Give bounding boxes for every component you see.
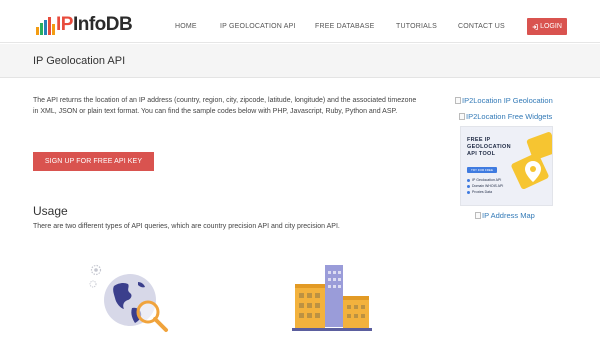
broken-image-icon [455,97,461,104]
ip2location-widgets-label: IP2Location Free Widgets [466,112,553,121]
ad-title: FREE IP GEOLOCATION API TOOL [467,137,511,157]
ip2location-widgets-link[interactable]: IP2Location Free Widgets [459,112,552,121]
top-navbar: IPInfoDB HOME IP GEOLOCATION API FREE DA… [0,0,600,43]
nav-home[interactable]: HOME [175,23,197,30]
signup-api-key-button[interactable]: SIGN UP FOR FREE API KEY [33,152,154,171]
intro-paragraph: The API returns the location of an IP ad… [33,97,417,115]
login-button[interactable]: LOGIN [527,18,567,35]
nav-free-database[interactable]: FREE DATABASE [315,23,375,30]
gear-icon [89,264,102,288]
usage-heading: Usage [33,204,68,218]
ad-try-button[interactable]: TRY FOR FREE [467,167,497,173]
globe-search-illustration [89,264,168,332]
logo-prefix: IP [56,14,73,35]
nav-contact-us[interactable]: CONTACT US [458,23,505,30]
title-band: IP Geolocation API [0,44,600,78]
broken-image-icon [475,212,481,219]
ad-feature-item: Proxies Data [467,189,503,195]
broken-image-icon [459,113,465,120]
ip-address-map-link[interactable]: IP Address Map [475,211,535,220]
ip-address-map-label: IP Address Map [482,211,535,220]
page-title: IP Geolocation API [33,55,126,67]
map-pin-icon [511,132,552,190]
site-logo[interactable]: IPInfoDB [36,13,133,35]
ad-feature-list: IP Geolocation API Domain WHOIS API Prox… [467,177,503,195]
logo-text: IPInfoDB [56,14,133,35]
city-buildings-illustration [292,265,372,331]
ip2location-geolocation-link[interactable]: IP2Location IP Geolocation [455,96,553,105]
ip2location-geolocation-label: IP2Location IP Geolocation [462,96,553,105]
logo-bars-icon [36,17,55,35]
free-api-tool-ad[interactable]: FREE IP GEOLOCATION API TOOL TRY FOR FRE… [460,126,553,206]
nav-ip-geolocation-api[interactable]: IP GEOLOCATION API [220,23,296,30]
login-label: LOGIN [540,23,562,30]
logo-suffix: InfoDB [72,14,133,35]
sign-in-icon [532,23,538,30]
nav-tutorials[interactable]: TUTORIALS [396,23,437,30]
usage-text: There are two different types of API que… [33,223,340,230]
